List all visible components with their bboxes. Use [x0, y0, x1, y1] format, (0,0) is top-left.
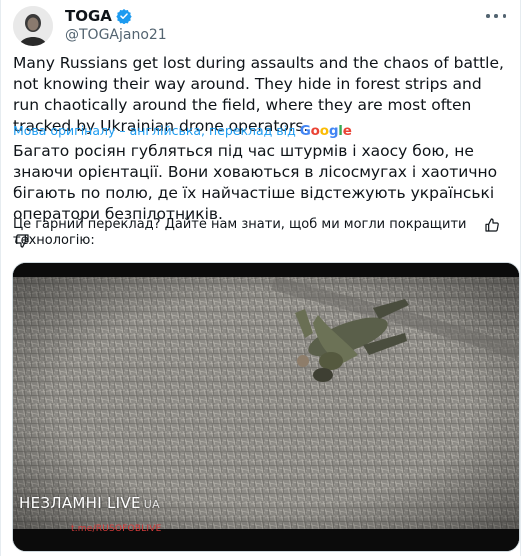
tweet-card: TOGA @TOGAjano21 Many Russians get lost … — [0, 0, 521, 556]
video-watermark-url: t.me/RUSOFOBLIVE — [71, 524, 162, 534]
translation-feedback-prompt: Це гарний переклад? Дайте нам знати, щоб… — [13, 217, 467, 248]
avatar[interactable] — [13, 6, 53, 46]
thumbs-up-icon[interactable] — [484, 217, 500, 233]
verified-badge-icon — [116, 8, 132, 25]
more-horizontal-icon[interactable] — [486, 10, 506, 22]
display-name[interactable]: TOGA — [65, 7, 112, 25]
tweet-translated-text: Багато росіян губляться під час штурмів … — [13, 142, 498, 223]
handle[interactable]: @TOGAjano21 — [65, 26, 167, 44]
translation-attribution[interactable]: Мова оригіналу – англійська, переклад ві… — [13, 123, 352, 139]
thumbs-down-icon[interactable] — [14, 233, 30, 249]
name-row: TOGA — [65, 7, 132, 25]
google-logo: Google — [299, 123, 352, 139]
video-watermark: НЕЗЛАМНІ LIVE UA — [19, 494, 160, 512]
tweet-header: TOGA @TOGAjano21 — [13, 6, 508, 46]
translation-note: Мова оригіналу – англійська, переклад ві… — [13, 123, 296, 138]
